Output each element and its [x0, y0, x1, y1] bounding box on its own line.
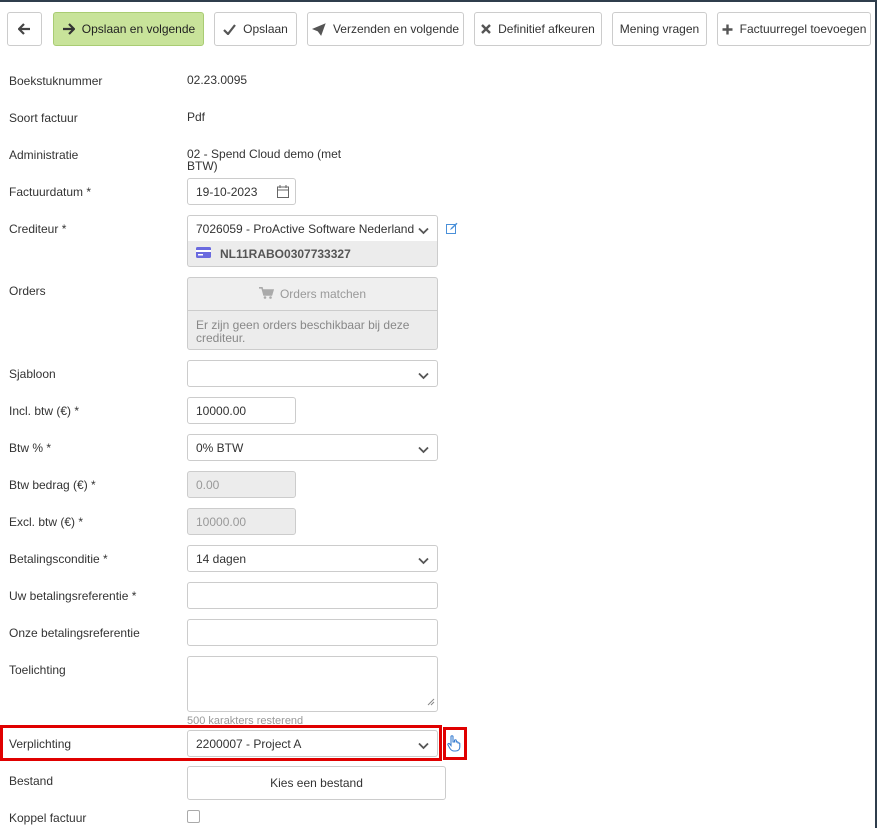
- vat-pct-select[interactable]: 0% BTW: [187, 434, 438, 461]
- invoice-date-field[interactable]: 19-10-2023: [187, 178, 296, 205]
- vat-pct-value: 0% BTW: [196, 440, 244, 455]
- chevron-down-icon: [418, 739, 429, 753]
- send-and-next-label: Verzenden en volgende: [332, 22, 460, 36]
- shopping-cart-icon: [258, 286, 275, 302]
- template-select[interactable]: [187, 360, 438, 387]
- invoice-type-label: Soort factuur: [9, 111, 78, 125]
- link-invoice-checkbox[interactable]: [187, 810, 200, 823]
- creditor-label: Crediteur *: [9, 222, 67, 236]
- invoice-date-value: 19-10-2023: [196, 184, 258, 199]
- arrow-right-icon: [62, 23, 75, 35]
- explanation-label: Toelichting: [9, 663, 66, 677]
- back-button[interactable]: [7, 12, 42, 46]
- booking-number-value: 02.23.0095: [187, 73, 248, 87]
- our-ref-label: Onze betalingsreferentie: [9, 626, 140, 640]
- invoice-date-label: Factuurdatum *: [9, 185, 92, 199]
- plus-icon: [722, 24, 733, 35]
- paper-plane-icon: [311, 22, 326, 36]
- payment-terms-label: Betalingsconditie *: [9, 552, 108, 566]
- chevron-down-icon: [418, 443, 429, 457]
- close-icon: [481, 24, 491, 34]
- creditor-value: 7026059 - ProActive Software Nederland B…: [196, 221, 416, 236]
- commitment-label: Verplichting: [9, 737, 72, 751]
- choose-file-button[interactable]: Kies een bestand: [187, 766, 446, 800]
- reject-button[interactable]: Definitief afkeuren: [474, 12, 602, 46]
- incl-vat-value: 10000.00: [196, 403, 247, 418]
- ask-opinion-label: Mening vragen: [619, 22, 700, 36]
- incl-vat-field[interactable]: 10000.00: [187, 397, 296, 424]
- send-and-next-button[interactable]: Verzenden en volgende: [307, 12, 464, 46]
- reject-label: Definitief afkeuren: [498, 22, 595, 36]
- excl-vat-value: 10000.00: [196, 514, 247, 529]
- vat-amount-value: 0.00: [196, 477, 220, 492]
- top-border: [0, 0, 877, 2]
- resize-handle-icon[interactable]: [427, 695, 435, 709]
- link-invoice-label: Koppel factuur: [9, 811, 87, 825]
- creditor-iban: NL11RABO0307733327: [187, 241, 438, 267]
- credit-card-icon: [196, 246, 211, 261]
- orders-label: Orders: [9, 284, 46, 298]
- add-invoice-line-label: Factuurregel toevoegen: [739, 22, 867, 36]
- chevron-down-icon: [418, 224, 429, 238]
- orders-match-label: Orders matchen: [279, 287, 367, 301]
- your-ref-field[interactable]: [187, 582, 438, 609]
- orders-panel: Orders matchen Er zijn geen orders besch…: [187, 277, 438, 350]
- orders-note: Er zijn geen orders beschikbaar bij deze…: [196, 318, 410, 345]
- administration-value-line2: BTW): [187, 159, 218, 173]
- administration-label: Administratie: [9, 148, 79, 162]
- commitment-select[interactable]: 2200007 - Project A: [187, 730, 438, 757]
- vat-amount-field: 0.00: [187, 471, 296, 498]
- our-ref-field[interactable]: [187, 619, 438, 646]
- save-button[interactable]: Opslaan: [214, 12, 297, 46]
- orders-match-button[interactable]: Orders matchen: [188, 278, 437, 311]
- chevron-down-icon: [418, 554, 429, 568]
- chevron-down-icon: [418, 369, 429, 383]
- creditor-iban-value: NL11RABO0307733327: [220, 246, 351, 261]
- payment-terms-value: 14 dagen: [196, 551, 247, 566]
- ask-opinion-button[interactable]: Mening vragen: [612, 12, 707, 46]
- incl-vat-label: Incl. btw (€) *: [9, 404, 80, 418]
- check-icon: [223, 23, 237, 35]
- arrow-left-icon: [18, 23, 31, 35]
- commitment-value: 2200007 - Project A: [196, 736, 302, 751]
- vat-amount-label: Btw bedrag (€) *: [9, 478, 96, 492]
- creditor-select[interactable]: 7026059 - ProActive Software Nederland B…: [187, 215, 438, 242]
- hand-pointer-icon[interactable]: [447, 735, 461, 755]
- save-label: Opslaan: [243, 22, 288, 36]
- calendar-icon[interactable]: [277, 185, 289, 201]
- payment-terms-select[interactable]: 14 dagen: [187, 545, 438, 572]
- edit-icon[interactable]: [446, 222, 458, 237]
- vat-pct-label: Btw % *: [9, 441, 52, 455]
- save-and-next-label: Opslaan en volgende: [81, 22, 196, 36]
- choose-file-label: Kies een bestand: [270, 776, 363, 790]
- excl-vat-field: 10000.00: [187, 508, 296, 535]
- your-ref-label: Uw betalingsreferentie *: [9, 589, 137, 603]
- add-invoice-line-button[interactable]: Factuurregel toevoegen: [717, 12, 871, 46]
- booking-number-label: Boekstuknummer: [9, 74, 103, 88]
- invoice-type-value: Pdf: [187, 110, 206, 124]
- file-label: Bestand: [9, 774, 54, 788]
- template-label: Sjabloon: [9, 367, 56, 381]
- explanation-textarea[interactable]: [187, 656, 438, 712]
- excl-vat-label: Excl. btw (€) *: [9, 515, 84, 529]
- save-and-next-button[interactable]: Opslaan en volgende: [53, 12, 204, 46]
